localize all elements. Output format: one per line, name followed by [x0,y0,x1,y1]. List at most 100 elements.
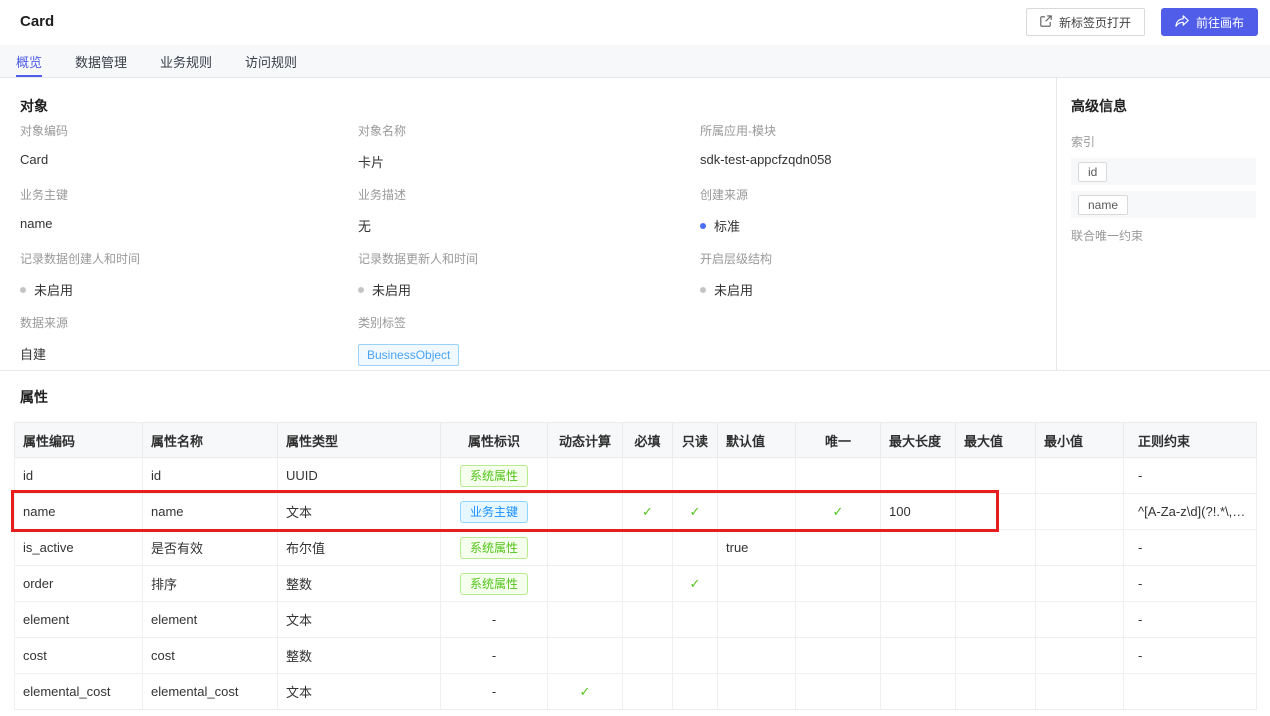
cell [623,674,673,710]
cell [796,458,881,494]
cell [881,602,956,638]
cell: cost [15,638,143,674]
cell: - [441,674,548,710]
cell: element [143,602,278,638]
field-label: 记录数据创建人和时间 [20,250,358,267]
column-header-3: 属性类型 [278,423,441,458]
cell: 系统属性 [441,458,548,494]
checkmark-icon: ✓ [642,504,653,519]
cell [718,602,796,638]
field-value: 卡片 [358,152,700,171]
cell [548,494,623,530]
cell: 布尔值 [278,530,441,566]
column-header-5: 动态计算 [548,423,623,458]
cell [956,494,1036,530]
top-bar: Card 新标签页打开 前往画布 [0,0,1270,45]
field: 对象名称卡片 [358,122,700,186]
field-value: BusinessObject [358,344,700,366]
cell [1036,638,1124,674]
field-label: 所属应用-模块 [700,122,1040,139]
cell [623,638,673,674]
attributes-table: 属性编码属性名称属性类型属性标识动态计算必填只读默认值唯一最大长度最大值最小值正… [14,422,1257,710]
cell [881,530,956,566]
cell: cost [143,638,278,674]
index-field-tag: id [1078,162,1107,182]
object-section-title: 对象 [20,96,48,116]
index-field-tag: name [1078,195,1128,215]
field: 记录数据创建人和时间未启用 [20,250,358,314]
cell [881,566,956,602]
attribute-row-element: elementelement文本-- [15,602,1257,638]
cell: name [143,494,278,530]
business-key-tag: 业务主键 [460,501,528,523]
field-value: 未启用 [700,280,1040,299]
attributes-header-row: 属性编码属性名称属性类型属性标识动态计算必填只读默认值唯一最大长度最大值最小值正… [15,423,1257,458]
cell: - [1124,458,1257,494]
forward-arrow-icon [1175,15,1189,30]
cell [623,602,673,638]
cell: elemental_cost [143,674,278,710]
cell [1036,674,1124,710]
tab-data-management[interactable]: 数据管理 [75,45,127,77]
cell [796,602,881,638]
status-dot-icon [358,287,364,293]
cell: UUID [278,458,441,494]
field-label: 对象编码 [20,122,358,139]
cell [673,638,718,674]
cell: - [1124,566,1257,602]
field: 所属应用-模块sdk-test-appcfzqdn058 [700,122,1040,186]
cell: - [1124,530,1257,566]
cell: 文本 [278,674,441,710]
tab-access-rules[interactable]: 访问规则 [245,45,297,77]
column-header-13: 正则约束 [1124,423,1257,458]
field: 开启层级结构未启用 [700,250,1040,314]
cell: id [143,458,278,494]
open-new-tab-button[interactable]: 新标签页打开 [1026,8,1145,36]
field-value: 未启用 [358,280,700,299]
go-to-canvas-button[interactable]: 前往画布 [1161,8,1258,36]
checkmark-icon: ✓ [690,504,701,519]
column-header-6: 必填 [623,423,673,458]
tab-overview[interactable]: 概览 [16,45,42,77]
cell [796,530,881,566]
column-header-10: 最大长度 [881,423,956,458]
field-value: name [20,216,358,231]
union-unique-label: 联合唯一约束 [1071,227,1256,244]
cell [956,458,1036,494]
column-header-11: 最大值 [956,423,1036,458]
field-label: 创建来源 [700,186,1040,203]
index-list: id name [1071,158,1256,218]
field-value: 标准 [700,216,1040,235]
cell [1036,530,1124,566]
cell [1036,566,1124,602]
attribute-row-order: order排序整数系统属性✓- [15,566,1257,602]
attribute-row-id: ididUUID系统属性- [15,458,1257,494]
cell [623,566,673,602]
cell: 整数 [278,638,441,674]
field-label: 记录数据更新人和时间 [358,250,700,267]
open-new-tab-label: 新标签页打开 [1059,14,1131,31]
index-label: 索引 [1071,133,1256,150]
field-label: 类别标签 [358,314,700,331]
cell: is_active [15,530,143,566]
page-title: Card [20,13,54,30]
cell [956,602,1036,638]
tab-business-rules[interactable]: 业务规则 [160,45,212,77]
field-label: 业务描述 [358,186,700,203]
cell [548,602,623,638]
attributes-section: 属性 属性编码属性名称属性类型属性标识动态计算必填只读默认值唯一最大长度最大值最… [0,371,1270,710]
field-label: 业务主键 [20,186,358,203]
cell [956,530,1036,566]
cell: 业务主键 [441,494,548,530]
attribute-row-cost: costcost整数-- [15,638,1257,674]
checkmark-icon: ✓ [580,684,591,699]
attribute-row-name: namename文本业务主键✓✓✓100^[A-Za-z\d](?!.*\,\,… [15,494,1257,530]
cell: name [15,494,143,530]
system-attribute-tag: 系统属性 [460,465,528,487]
cell: ✓ [548,674,623,710]
category-tag: BusinessObject [358,344,459,366]
cell: ✓ [796,494,881,530]
cell: 系统属性 [441,530,548,566]
cell [548,530,623,566]
system-attribute-tag: 系统属性 [460,537,528,559]
